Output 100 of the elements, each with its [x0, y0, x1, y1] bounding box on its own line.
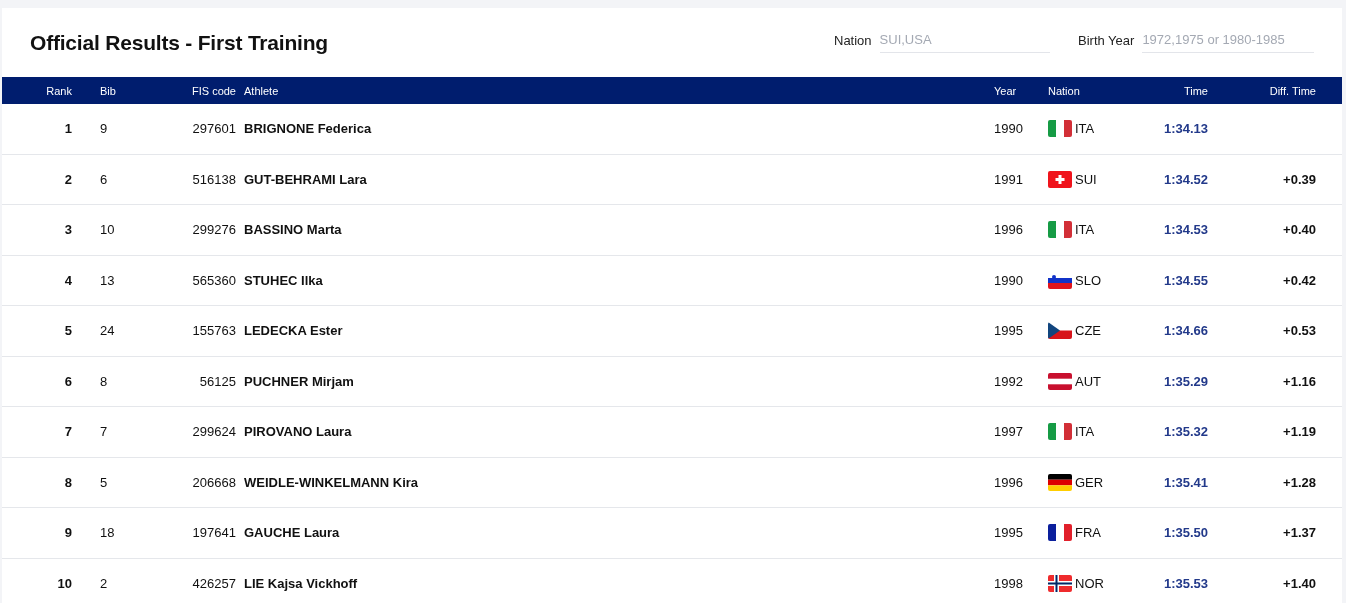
- column-header[interactable]: FIS code: [160, 84, 236, 97]
- column-header[interactable]: Bib: [74, 84, 160, 97]
- table-cell-text: 6: [99, 171, 109, 187]
- table-cell-text: +1.40: [1282, 575, 1316, 591]
- table-cell-text: +1.16: [1282, 373, 1316, 389]
- nation-code: SLO: [1075, 272, 1101, 288]
- table-cell-text: 565360: [191, 272, 236, 288]
- column-header[interactable]: Athlete: [236, 84, 990, 97]
- table-cell-text: 24: [99, 323, 116, 339]
- page-title: Official Results - First Training: [30, 30, 329, 55]
- column-header[interactable]: Rank: [2, 84, 74, 97]
- column-header[interactable]: Diff. Time: [1208, 84, 1316, 97]
- athlete-name[interactable]: GUT-BEHRAMI Lara: [236, 171, 990, 187]
- table-cell-text: 10: [99, 222, 116, 238]
- flag-icon: [1048, 221, 1072, 239]
- table-cell-text: 1995: [993, 525, 1024, 541]
- filter-label: Birth Year: [1078, 33, 1135, 50]
- flag-icon: [1048, 524, 1072, 542]
- flag-icon: [1048, 120, 1072, 138]
- athlete-name[interactable]: GAUCHE Laura: [236, 525, 990, 541]
- table-cell-text: 1:34.52: [1162, 171, 1208, 187]
- table-cell-text: 56125: [198, 373, 236, 389]
- athlete-name[interactable]: PUCHNER Mirjam: [236, 373, 990, 389]
- flag-icon: [1048, 574, 1072, 592]
- table-cell-text: +0.39: [1282, 171, 1316, 187]
- nation-code: GER: [1075, 474, 1104, 490]
- nation-code: ITA: [1075, 424, 1095, 440]
- table-cell-text: 18: [99, 525, 116, 541]
- table-cell-text: 1:35.29: [1162, 373, 1208, 389]
- nation-code: FRA: [1075, 525, 1101, 541]
- flag-icon: [1048, 372, 1072, 390]
- table-cell-text: 426257: [191, 575, 236, 591]
- table-cell-text: 1992: [993, 373, 1024, 389]
- table-cell-text: 5: [63, 323, 73, 339]
- athlete-name[interactable]: LEDECKA Ester: [236, 323, 990, 339]
- table-cell-text: 9: [63, 525, 73, 541]
- table-cell-text: 197641: [191, 525, 236, 541]
- table-cell-text: 2: [63, 171, 73, 187]
- table-cell-text: 297601: [191, 121, 236, 137]
- athlete-name[interactable]: LIE Kajsa Vickhoff: [236, 575, 990, 591]
- table-cell-text: 1:34.66: [1162, 323, 1208, 339]
- table-cell-text: +1.19: [1282, 424, 1316, 440]
- nation-code: ITA: [1075, 121, 1095, 137]
- table-cell-text: 1996: [993, 222, 1024, 238]
- nation-code: AUT: [1075, 373, 1101, 389]
- table-cell-text: +1.28: [1282, 474, 1316, 490]
- table-cell-text: 1991: [993, 171, 1024, 187]
- athlete-name[interactable]: BASSINO Marta: [236, 222, 990, 238]
- table-cell-text: 1:35.32: [1162, 424, 1208, 440]
- athlete-name[interactable]: WEIDLE-WINKELMANN Kira: [236, 474, 990, 490]
- flag-icon: [1048, 170, 1072, 188]
- table-cell-text: 1:34.53: [1162, 222, 1208, 238]
- table-cell-text: 8: [99, 373, 109, 389]
- flag-icon: [1048, 322, 1072, 340]
- table-cell-text: 299624: [191, 424, 236, 440]
- table-cell-text: 206668: [191, 474, 236, 490]
- column-header[interactable]: Nation: [1044, 84, 1140, 97]
- table-cell-text: 4: [63, 272, 73, 288]
- table-cell-text: 1:35.41: [1162, 474, 1208, 490]
- table-cell-text: +0.42: [1282, 272, 1316, 288]
- flag-icon: [1048, 423, 1072, 441]
- table-cell-text: +0.40: [1282, 222, 1316, 238]
- table-cell-text: 1995: [993, 323, 1024, 339]
- table-cell-text: 1:35.50: [1162, 525, 1208, 541]
- flag-icon: [1048, 473, 1072, 491]
- nation-code: ITA: [1075, 222, 1095, 238]
- table-cell-text: 1990: [993, 121, 1024, 137]
- athlete-name[interactable]: STUHEC Ilka: [236, 272, 990, 288]
- table-cell-text: 1: [63, 121, 73, 137]
- filter-label: Nation: [834, 33, 872, 50]
- table-cell-text: 7: [63, 424, 73, 440]
- table-cell-text: 1998: [993, 575, 1024, 591]
- nation-code: SUI: [1075, 171, 1097, 187]
- table-cell-text: 2: [99, 575, 109, 591]
- table-cell-text: +1.37: [1282, 525, 1316, 541]
- table-cell-text: 5: [99, 474, 109, 490]
- table-cell-text: 3: [63, 222, 73, 238]
- table-cell-text: 299276: [191, 222, 236, 238]
- table-cell-text: 1:34.13: [1162, 121, 1208, 137]
- table-cell-text: 7: [99, 424, 109, 440]
- table-cell-text: 1997: [993, 424, 1024, 440]
- table-cell-text: +0.53: [1282, 323, 1316, 339]
- table-cell-text: 1996: [993, 474, 1024, 490]
- table-cell-text: 1990: [993, 272, 1024, 288]
- table-cell-text: 6: [63, 373, 73, 389]
- table-cell-text: 1:34.55: [1162, 272, 1208, 288]
- nation-code: CZE: [1075, 323, 1101, 339]
- table-cell-text: 13: [99, 272, 116, 288]
- table-cell-text: 516138: [191, 171, 236, 187]
- table-cell-text: 9: [99, 121, 109, 137]
- nation-code: NOR: [1075, 575, 1104, 591]
- filter-input[interactable]: 1972,1975 or 1980-1985: [1142, 32, 1314, 53]
- athlete-name[interactable]: BRIGNONE Federica: [236, 121, 990, 137]
- athlete-name[interactable]: PIROVANO Laura: [236, 424, 990, 440]
- filter-input[interactable]: SUI,USA: [879, 32, 1050, 53]
- column-header[interactable]: Time: [1140, 84, 1208, 97]
- table-cell-text: 155763: [191, 323, 236, 339]
- table-cell-text: 8: [63, 474, 73, 490]
- column-header[interactable]: Year: [990, 84, 1044, 97]
- table-cell-text: 10: [56, 575, 73, 591]
